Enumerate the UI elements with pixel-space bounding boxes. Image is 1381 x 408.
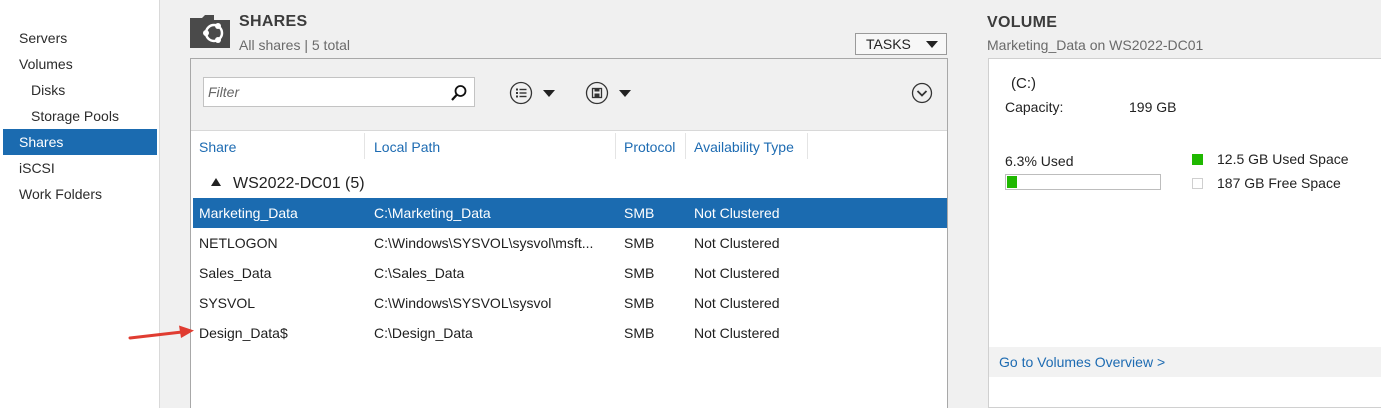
used-space-swatch [1192,154,1203,165]
share-protocol: SMB [624,265,655,281]
share-protocol: SMB [624,325,655,341]
share-availability: Not Clustered [694,325,780,341]
capacity-value: 199 GB [1129,99,1177,115]
used-space-label: 12.5 GB Used Space [1217,151,1349,167]
share-availability: Not Clustered [694,265,780,281]
server-group-header[interactable]: WS2022-DC01 (5) [211,175,365,193]
usage-bar-fill [1007,176,1017,188]
nav-item-shares[interactable]: Shares [3,129,157,155]
tasks-dropdown-button[interactable]: TASKS [855,33,947,55]
free-space-label: 187 GB Free Space [1217,175,1341,191]
share-name: Design_Data$ [199,325,288,341]
search-icon[interactable] [450,84,468,102]
table-row[interactable]: NETLOGON C:\Windows\SYSVOL\sysvol\msft..… [193,228,947,258]
nav-item-iscsi[interactable]: iSCSI [3,155,157,181]
volume-title: VOLUME [987,14,1058,31]
share-protocol: SMB [624,205,655,221]
server-group-label: WS2022-DC01 (5) [233,175,365,192]
expand-circle-icon[interactable] [911,82,933,104]
nav-item-servers[interactable]: Servers [3,25,157,51]
table-row[interactable]: Marketing_Data C:\Marketing_Data SMB Not… [193,198,947,228]
shares-title: SHARES [239,13,308,30]
share-protocol: SMB [624,295,655,311]
nav-item-storage-pools[interactable]: Storage Pools [3,103,157,129]
column-header-protocol[interactable]: Protocol [616,133,686,159]
share-availability: Not Clustered [694,295,780,311]
shares-folder-icon [190,15,230,48]
shares-toolbar [191,59,947,131]
shares-panel: Share Local Path Protocol Availability T… [190,58,948,408]
used-percent-label: 6.3% Used [1005,153,1074,169]
annotation-arrow-icon [128,325,194,340]
view-dropdown-caret-icon[interactable] [543,90,555,97]
share-availability: Not Clustered [694,235,780,251]
column-header-availability-type[interactable]: Availability Type [686,133,808,159]
share-availability: Not Clustered [694,205,780,221]
share-name: Marketing_Data [199,205,298,221]
column-header-local-path[interactable]: Local Path [366,133,616,159]
shares-subtitle: All shares | 5 total [239,37,351,53]
drive-letter: (C:) [1011,75,1036,92]
table-row[interactable]: Sales_Data C:\Sales_Data SMB Not Cluster… [193,258,947,288]
free-space-swatch [1192,178,1203,189]
save-icon[interactable] [585,81,609,105]
filter-box[interactable] [203,77,475,107]
collapse-triangle-icon[interactable] [211,178,221,186]
chevron-down-icon [926,41,938,48]
share-path: C:\Windows\SYSVOL\sysvol [374,295,552,311]
nav-item-disks[interactable]: Disks [3,77,157,103]
usage-bar [1005,174,1161,190]
share-name: Sales_Data [199,265,272,281]
share-name: SYSVOL [199,295,256,311]
go-to-volumes-overview-link[interactable]: Go to Volumes Overview > [999,354,1165,370]
share-path: C:\Sales_Data [374,265,465,281]
column-header-share[interactable]: Share [191,133,365,159]
save-dropdown-caret-icon[interactable] [619,90,631,97]
share-path: C:\Design_Data [374,325,473,341]
nav-item-work-folders[interactable]: Work Folders [3,181,157,207]
share-path: C:\Marketing_Data [374,205,491,221]
nav-item-volumes[interactable]: Volumes [3,51,157,77]
share-path: C:\Windows\SYSVOL\sysvol\msft... [374,235,594,251]
share-protocol: SMB [624,235,655,251]
left-navigation: Servers Volumes Disks Storage Pools Shar… [0,0,160,408]
tasks-label: TASKS [866,36,911,52]
list-view-icon[interactable] [509,81,533,105]
table-row[interactable]: Design_Data$ C:\Design_Data SMB Not Clus… [193,318,947,348]
volume-footer: Go to Volumes Overview > [989,347,1381,377]
volume-panel: (C:) Capacity: 199 GB 6.3% Used 12.5 GB … [988,58,1381,408]
share-name: NETLOGON [199,235,278,251]
capacity-label: Capacity: [1005,99,1064,115]
filter-input[interactable] [208,82,444,102]
table-row[interactable]: SYSVOL C:\Windows\SYSVOL\sysvol SMB Not … [193,288,947,318]
volume-subtitle: Marketing_Data on WS2022-DC01 [987,37,1204,53]
